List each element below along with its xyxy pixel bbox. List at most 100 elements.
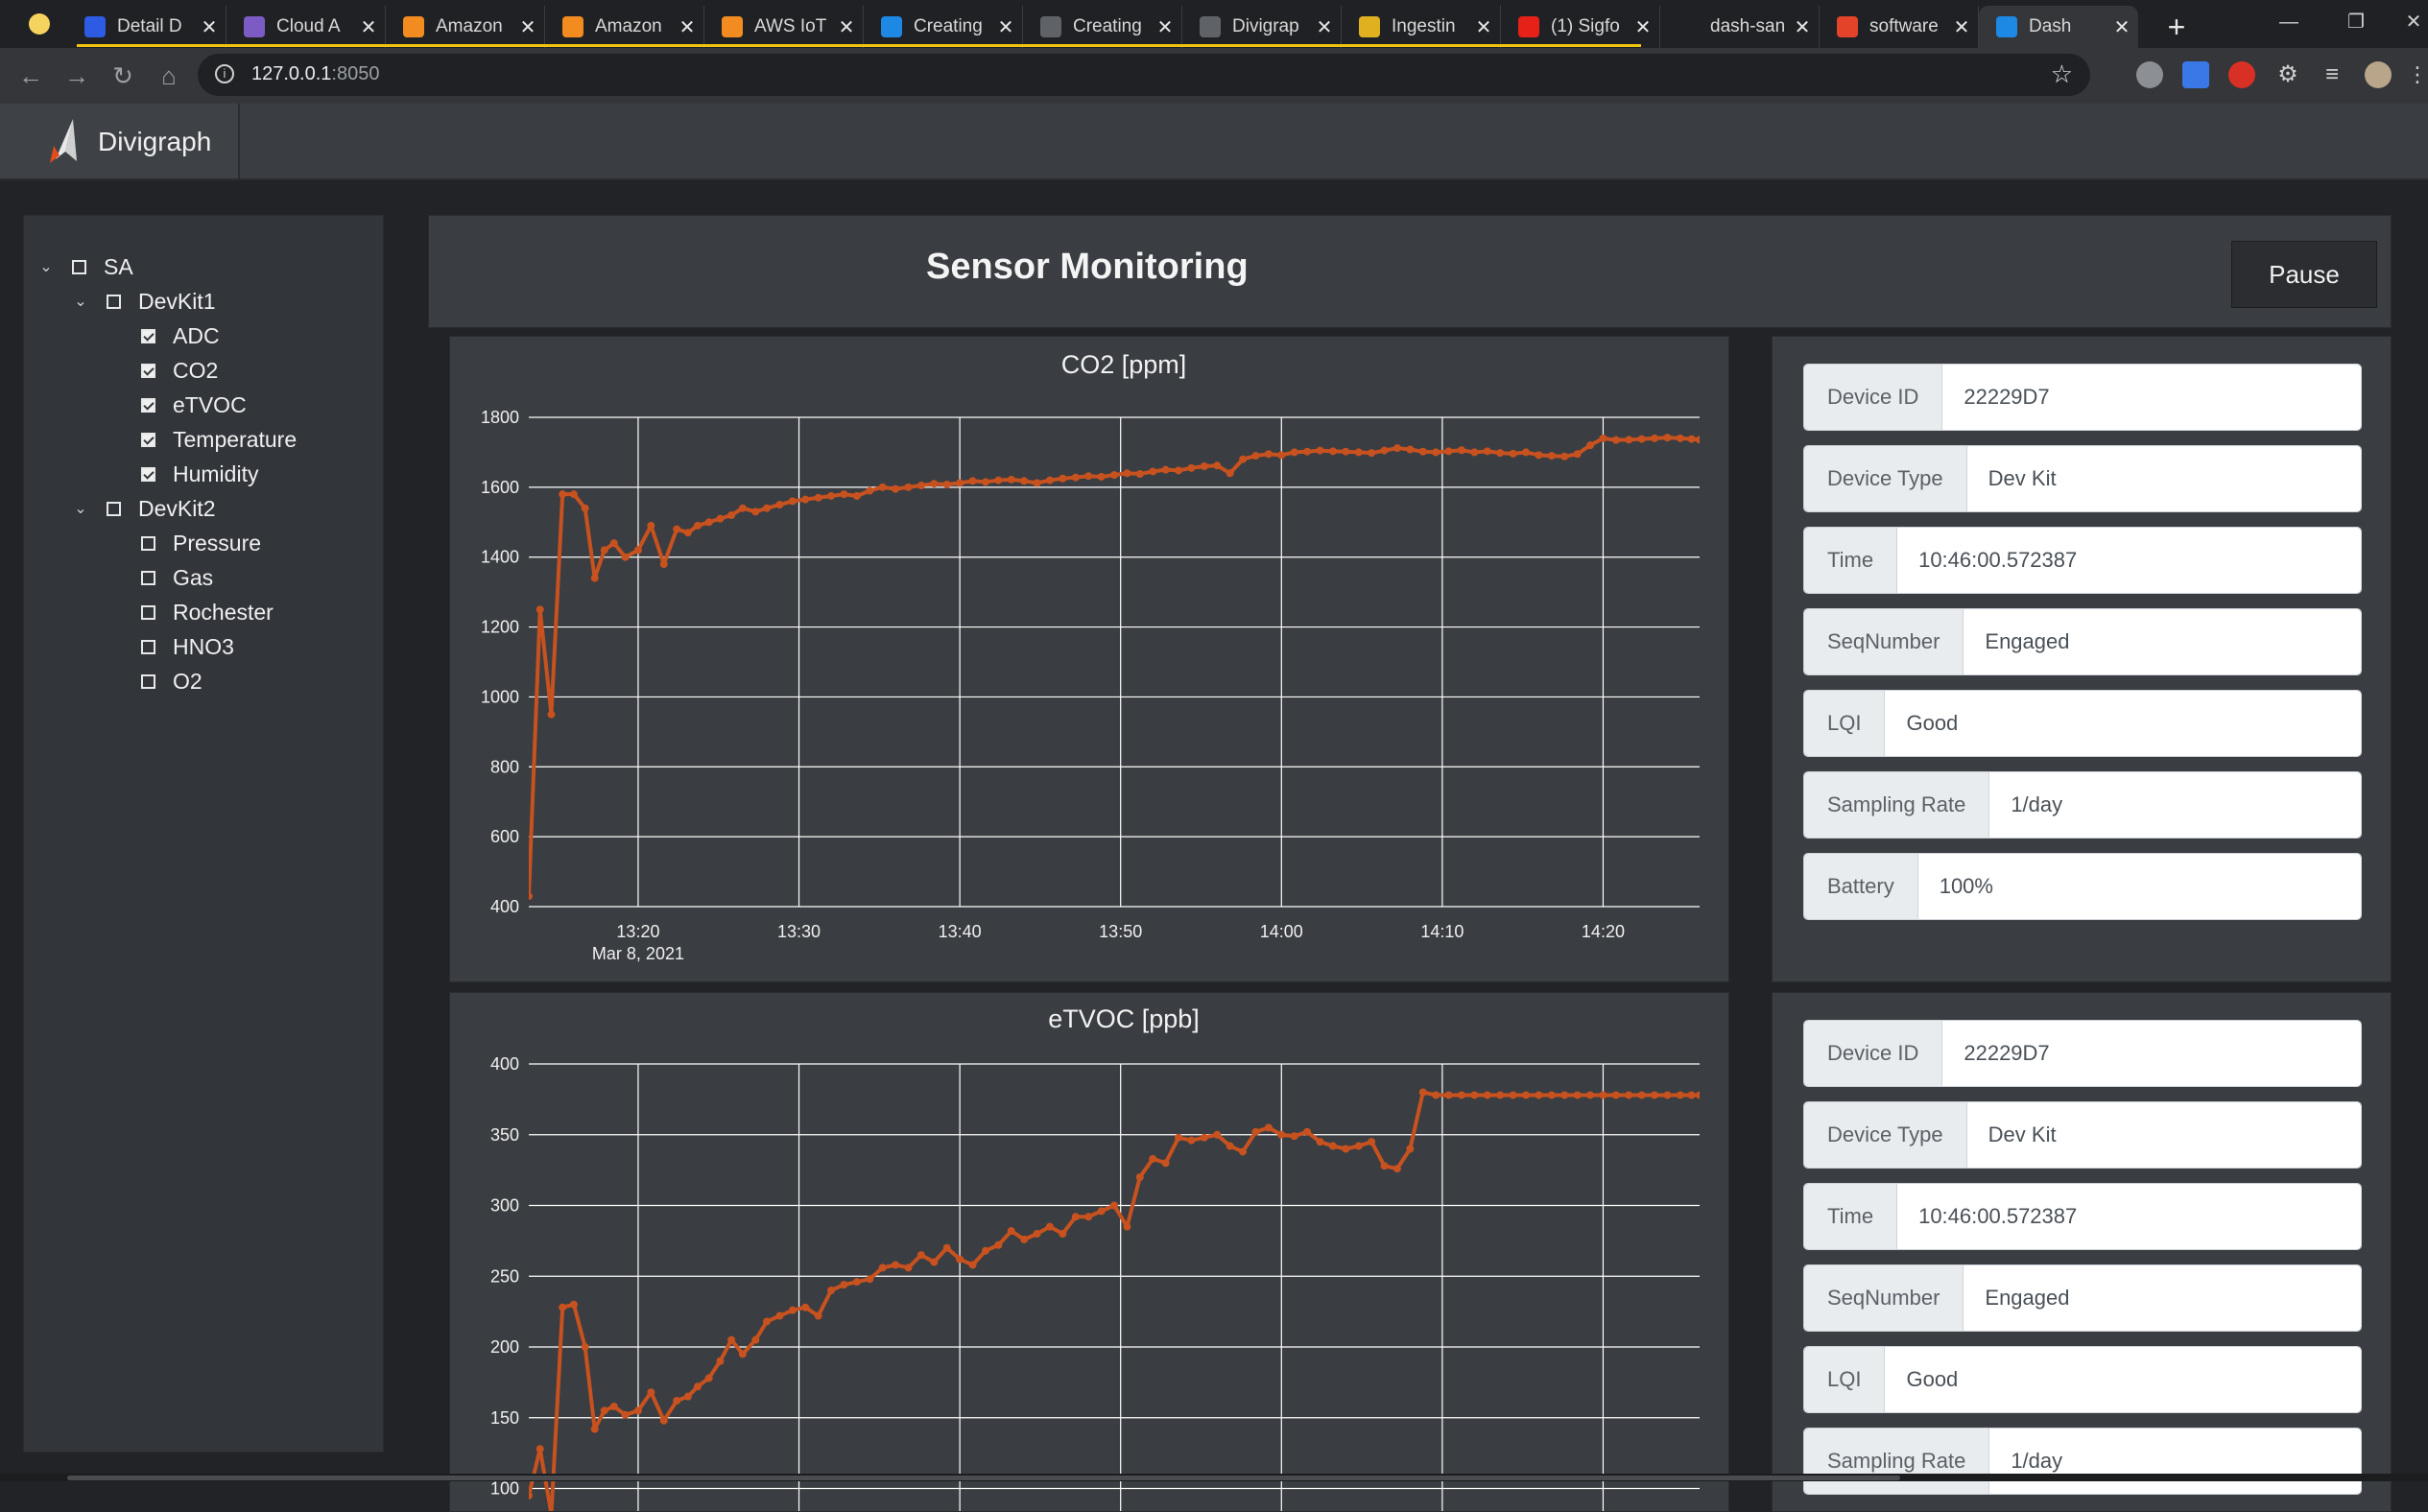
home-icon[interactable]: ⌂ (150, 58, 188, 94)
pause-button[interactable]: Pause (2231, 241, 2377, 308)
field-value[interactable]: Good (1885, 1347, 2361, 1412)
field-value[interactable]: 10:46:00.572387 (1897, 528, 2361, 593)
browser-tab[interactable]: Dash ✕ (1979, 6, 2138, 48)
tree-node-etvoc[interactable]: eTVOC (107, 389, 247, 421)
tree-checkbox[interactable] (72, 259, 86, 274)
back-arrow-icon[interactable]: ← (12, 58, 50, 94)
tree-checkbox[interactable] (107, 294, 121, 309)
close-tab-icon[interactable]: ✕ (1149, 15, 1181, 39)
co2-chart[interactable]: CO2 [ppm] 400 600 800 1000 1200 1400 1600 1800 13… (450, 337, 1728, 981)
browser-tab[interactable]: AWS IoT ✕ (704, 6, 864, 48)
field-value[interactable]: 1/day (1989, 1429, 2361, 1494)
extensions-puzzle-icon[interactable]: ⚙ (2274, 61, 2301, 88)
data-point (1303, 1127, 1312, 1136)
tree-checkbox[interactable] (141, 363, 155, 378)
close-tab-icon[interactable]: ✕ (1786, 15, 1819, 39)
close-tab-icon[interactable]: ✕ (352, 15, 385, 39)
tree-node-pressure[interactable]: Pressure (107, 527, 261, 559)
tree-checkbox[interactable] (141, 328, 155, 343)
browser-tab[interactable]: dash-san ✕ (1660, 6, 1820, 48)
data-point (763, 1317, 772, 1326)
tree-node-sa[interactable]: ⌄ SA (37, 250, 132, 283)
chevron-down-icon[interactable]: ⌄ (72, 292, 89, 311)
tree-node-o2[interactable]: O2 (107, 665, 202, 697)
reload-icon[interactable]: ↻ (104, 58, 142, 94)
tree-node-humidity[interactable]: Humidity (107, 458, 258, 490)
close-tab-icon[interactable]: ✕ (193, 15, 226, 39)
new-tab-button[interactable]: + (2155, 6, 2198, 48)
scrollbar-thumb[interactable] (67, 1476, 1900, 1480)
data-point (930, 1258, 939, 1266)
close-tab-icon[interactable]: ✕ (2106, 15, 2138, 39)
tree-node-devkit1[interactable]: ⌄ DevKit1 (72, 285, 215, 318)
browser-tab[interactable]: Ingestin ✕ (1342, 6, 1501, 48)
field-value[interactable]: 22229D7 (1942, 1021, 2361, 1086)
data-point (942, 480, 951, 488)
forward-arrow-icon[interactable]: → (58, 58, 96, 94)
browser-tab[interactable]: Creating ✕ (1023, 6, 1182, 48)
browser-tab[interactable]: software ✕ (1820, 6, 1979, 48)
browser-menu-icon[interactable]: ⋮ (2407, 61, 2428, 88)
tree-node-temperature[interactable]: Temperature (107, 423, 297, 456)
etvoc-chart[interactable]: eTVOC [ppb] 100 150 200 250 300 350 400 (450, 993, 1728, 1511)
extension-red-icon[interactable] (2228, 61, 2255, 88)
tree-checkbox[interactable] (141, 570, 155, 585)
horizontal-scrollbar[interactable] (0, 1474, 2428, 1481)
minimize-icon[interactable]: — (2255, 0, 2322, 44)
reading-list-icon[interactable]: ≡ (2319, 61, 2345, 88)
extension-compass-icon[interactable] (2136, 61, 2163, 88)
tree-node-gas[interactable]: Gas (107, 561, 213, 594)
address-bar[interactable]: i 127.0.0.1:8050 ☆ (198, 54, 2090, 96)
tree-node-co2[interactable]: CO2 (107, 354, 218, 387)
close-tab-icon[interactable]: ✕ (830, 15, 863, 39)
field-value[interactable]: 1/day (1989, 772, 2361, 838)
data-point (1509, 449, 1517, 458)
close-tab-icon[interactable]: ✕ (1627, 15, 1659, 39)
bookmark-star-icon[interactable]: ☆ (2051, 59, 2073, 89)
url-text[interactable]: 127.0.0.1:8050 (251, 63, 379, 85)
tree-checkbox[interactable] (141, 673, 155, 689)
data-point (1637, 435, 1646, 443)
tree-checkbox[interactable] (141, 466, 155, 482)
tree-checkbox[interactable] (107, 501, 121, 516)
extension-blue-icon[interactable] (2182, 61, 2209, 88)
tree-checkbox[interactable] (141, 535, 155, 551)
chevron-down-icon[interactable]: ⌄ (72, 499, 89, 518)
field-value[interactable]: 22229D7 (1942, 365, 2361, 430)
brand[interactable]: Divigraph (0, 104, 240, 178)
tree-node-rochester[interactable]: Rochester (107, 596, 274, 628)
tree-node-adc[interactable]: ADC (107, 319, 220, 352)
browser-tab[interactable]: (1) Sigfo ✕ (1501, 6, 1660, 48)
tree-node-hno3[interactable]: HNO3 (107, 630, 234, 663)
chevron-down-icon[interactable]: ⌄ (37, 257, 55, 276)
close-tab-icon[interactable]: ✕ (1308, 15, 1341, 39)
tree-checkbox[interactable] (141, 432, 155, 447)
data-point (1239, 1147, 1248, 1156)
tree-node-devkit2[interactable]: ⌄ DevKit2 (72, 492, 215, 525)
browser-tab[interactable]: Divigrap ✕ (1182, 6, 1342, 48)
close-tab-icon[interactable]: ✕ (512, 15, 544, 39)
profile-avatar-icon[interactable] (2365, 61, 2392, 88)
close-tab-icon[interactable]: ✕ (671, 15, 703, 39)
tree-checkbox[interactable] (141, 604, 155, 620)
field-value[interactable]: Good (1885, 691, 2361, 756)
field-value[interactable]: Engaged (1964, 1265, 2361, 1331)
field-value[interactable]: 10:46:00.572387 (1897, 1184, 2361, 1249)
field-value[interactable]: 100% (1917, 854, 2361, 919)
field-value[interactable]: Engaged (1964, 609, 2361, 674)
tree-checkbox[interactable] (141, 639, 155, 654)
tree-checkbox[interactable] (141, 397, 155, 413)
field-value[interactable]: Dev Kit (1966, 1102, 2361, 1168)
close-tab-icon[interactable]: ✕ (1945, 15, 1978, 39)
browser-tab[interactable]: Amazon ✕ (386, 6, 545, 48)
close-window-icon[interactable]: ✕ (2380, 0, 2428, 44)
browser-tab[interactable]: Creating ✕ (864, 6, 1023, 48)
browser-tab[interactable]: Cloud A ✕ (226, 6, 386, 48)
field-value[interactable]: Dev Kit (1966, 446, 2361, 511)
window-menu-dot[interactable] (29, 13, 50, 35)
browser-tab[interactable]: Detail D ✕ (67, 6, 226, 48)
close-tab-icon[interactable]: ✕ (989, 15, 1022, 39)
close-tab-icon[interactable]: ✕ (1467, 15, 1500, 39)
browser-tab[interactable]: Amazon ✕ (545, 6, 704, 48)
site-info-icon[interactable]: i (215, 64, 234, 83)
